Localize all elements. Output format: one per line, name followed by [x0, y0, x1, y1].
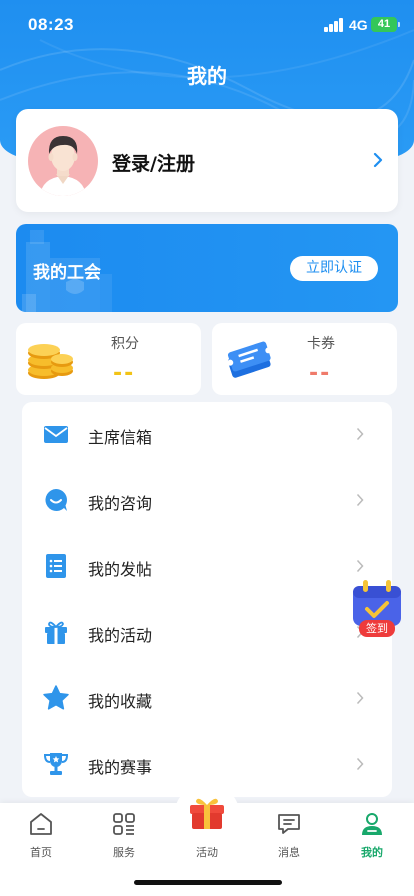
chevron-right-icon	[356, 427, 364, 441]
menu-item-label: 我的发帖	[88, 560, 153, 579]
tab-messages[interactable]: 消息	[259, 811, 319, 861]
tab-label: 活动	[196, 846, 218, 859]
tab-home[interactable]: 首页	[11, 811, 71, 861]
ticket-icon	[227, 341, 272, 378]
tab-services[interactable]: 服务	[94, 811, 154, 861]
menu-item-label: 我的活动	[88, 626, 153, 645]
my-union-card[interactable]: 我的工会 立即认证	[16, 224, 398, 312]
union-title: 我的工会	[33, 263, 101, 283]
chevron-right-icon	[356, 691, 364, 705]
menu-item-label: 我的收藏	[88, 692, 153, 711]
chevron-right-icon	[356, 757, 364, 771]
battery-icon: 41	[371, 17, 400, 32]
status-time: 08:23	[28, 15, 74, 34]
points-label: 积分	[111, 336, 139, 352]
certify-now-button[interactable]: 立即认证	[290, 256, 378, 281]
mail-icon	[44, 426, 68, 443]
menu-list: 主席信箱 我的咨询 我的发帖 我的活动 我的收藏 我的赛事	[22, 402, 392, 797]
points-value: --	[113, 361, 136, 386]
message-icon	[278, 814, 300, 834]
signal-icon	[324, 18, 344, 32]
menu-item-my-competitions[interactable]: 我的赛事	[22, 739, 392, 789]
points-card[interactable]: 积分 --	[16, 323, 201, 395]
trophy-icon	[43, 753, 69, 775]
star-icon	[43, 685, 69, 710]
login-register-label[interactable]: 登录/注册	[112, 149, 195, 176]
user-icon	[362, 813, 382, 835]
menu-item-my-posts[interactable]: 我的发帖	[22, 541, 392, 591]
menu-item-label: 主席信箱	[88, 428, 153, 447]
network-type: 4G	[349, 17, 368, 33]
tab-label: 消息	[278, 846, 300, 859]
tab-label: 服务	[113, 846, 135, 859]
gift-box-icon[interactable]	[186, 795, 228, 831]
coupons-card[interactable]: 卡券 --	[212, 323, 397, 395]
checkin-label[interactable]: 签到	[359, 620, 395, 637]
tab-label: 首页	[30, 846, 52, 859]
coupons-value: --	[309, 361, 332, 386]
list-icon	[46, 554, 66, 578]
home-indicator	[134, 880, 282, 885]
avatar[interactable]	[28, 126, 98, 196]
profile-card[interactable]: 登录/注册	[16, 109, 398, 212]
menu-item-my-consultation[interactable]: 我的咨询	[22, 475, 392, 525]
coupons-label: 卡券	[307, 336, 335, 352]
page-title: 我的	[187, 64, 227, 88]
menu-item-my-favorites[interactable]: 我的收藏	[22, 673, 392, 723]
menu-item-label: 我的咨询	[88, 494, 153, 513]
grid-icon	[113, 813, 135, 835]
gift-icon	[45, 621, 67, 644]
menu-item-chairman-mailbox[interactable]: 主席信箱	[22, 409, 392, 459]
menu-item-my-activities[interactable]: 我的活动	[22, 607, 392, 657]
coins-icon	[28, 344, 73, 379]
chevron-right-icon	[356, 493, 364, 507]
tab-label: 我的	[361, 846, 383, 859]
menu-item-label: 我的赛事	[88, 758, 153, 777]
chevron-right-icon[interactable]	[372, 151, 384, 169]
home-icon	[30, 813, 52, 835]
status-bar: 08:23 4G 41	[0, 0, 414, 50]
chevron-right-icon	[356, 559, 364, 573]
tab-me[interactable]: 我的	[342, 811, 402, 861]
chat-icon	[45, 489, 67, 511]
